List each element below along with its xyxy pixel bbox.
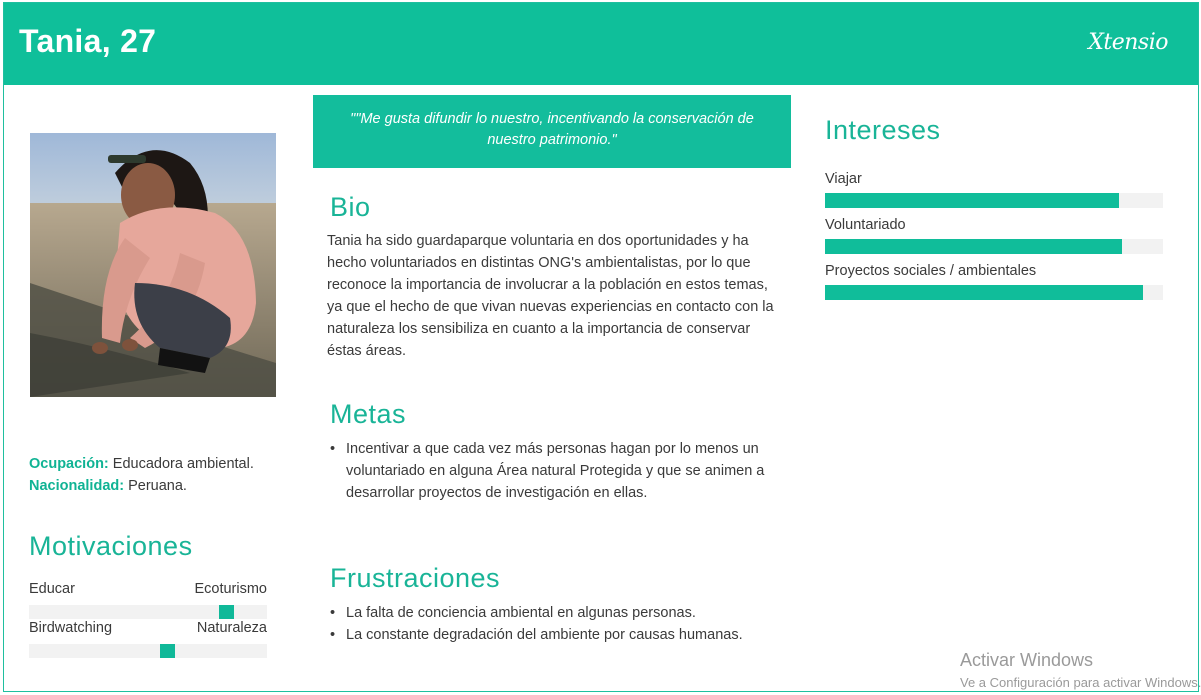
motivaciones-title: Motivaciones: [29, 531, 193, 561]
nationality-label: Nacionalidad:: [29, 478, 125, 494]
slider-left-label: Birdwatching: [29, 620, 113, 636]
slider-right-label: Ecoturismo: [194, 581, 267, 597]
persona-meta: Ocupación: Educadora ambiental. Nacional…: [29, 453, 254, 497]
interest-track: [825, 193, 1163, 208]
intereses-title: Intereses: [825, 115, 941, 145]
interest-label: Viajar: [825, 171, 862, 187]
nationality-value: Peruana.: [128, 478, 187, 494]
frustraciones-list: La falta de conciencia ambiental en algu…: [329, 602, 789, 646]
interest-label: Proyectos sociales / ambientales: [825, 263, 1037, 279]
bio-text: Tania ha sido guardaparque voluntaria en…: [327, 233, 774, 359]
occupation-value: Educadora ambiental.: [112, 456, 254, 472]
bio-title: Bio: [330, 192, 371, 222]
motivation-slider-1: Birdwatching Naturaleza: [29, 620, 267, 658]
slider-left-label: Educar: [29, 581, 75, 597]
list-item: La falta de conciencia ambiental en algu…: [329, 602, 789, 624]
persona-name: Tania, 27: [19, 23, 157, 59]
list-item: La constante degradación del ambiente po…: [329, 624, 789, 646]
interest-bar: [825, 239, 1123, 254]
interest-bar: [825, 285, 1143, 300]
interest-row: Viajar: [825, 171, 1163, 208]
motivation-slider-0: Educar Ecoturismo: [29, 581, 267, 619]
interest-row: Voluntariado: [825, 217, 1163, 254]
slider-knob[interactable]: [160, 644, 175, 658]
interest-row: Proyectos sociales / ambientales: [825, 263, 1163, 300]
persona-header: Tania, 27 Xtensio: [4, 3, 1198, 85]
persona-photo: [30, 133, 276, 397]
slider-right-label: Naturaleza: [196, 620, 267, 636]
metas-list: Incentivar a que cada vez más personas h…: [329, 438, 769, 504]
slider-track: [29, 644, 267, 658]
metas-title: Metas: [330, 399, 407, 429]
occupation-label: Ocupación:: [29, 456, 109, 472]
persona-card: Tania, 27 Xtensio Ocupación: Educadora a…: [3, 2, 1199, 692]
xtensio-logo[interactable]: Xtensio: [1088, 30, 1168, 55]
interest-track: [825, 239, 1163, 254]
interest-bar: [825, 193, 1120, 208]
watermark-title: Activar Windows: [960, 650, 1094, 670]
slider-knob[interactable]: [219, 605, 234, 619]
frustraciones-title: Frustraciones: [330, 563, 501, 593]
person-photo-icon: [30, 133, 276, 397]
nationality-line: Nacionalidad: Peruana.: [29, 475, 254, 497]
persona-quote: ""Me gusta difundir lo nuestro, incentiv…: [313, 95, 791, 168]
interest-label: Voluntariado: [825, 217, 906, 233]
windows-activation-watermark: Activar Windows Ve a Configuración para …: [960, 650, 1201, 690]
interest-track: [825, 285, 1163, 300]
occupation-line: Ocupación: Educadora ambiental.: [29, 453, 254, 475]
list-item: Incentivar a que cada vez más personas h…: [329, 438, 769, 504]
slider-track: [29, 605, 267, 619]
watermark-subtitle: Ve a Configuración para activar Windows.: [960, 675, 1201, 690]
